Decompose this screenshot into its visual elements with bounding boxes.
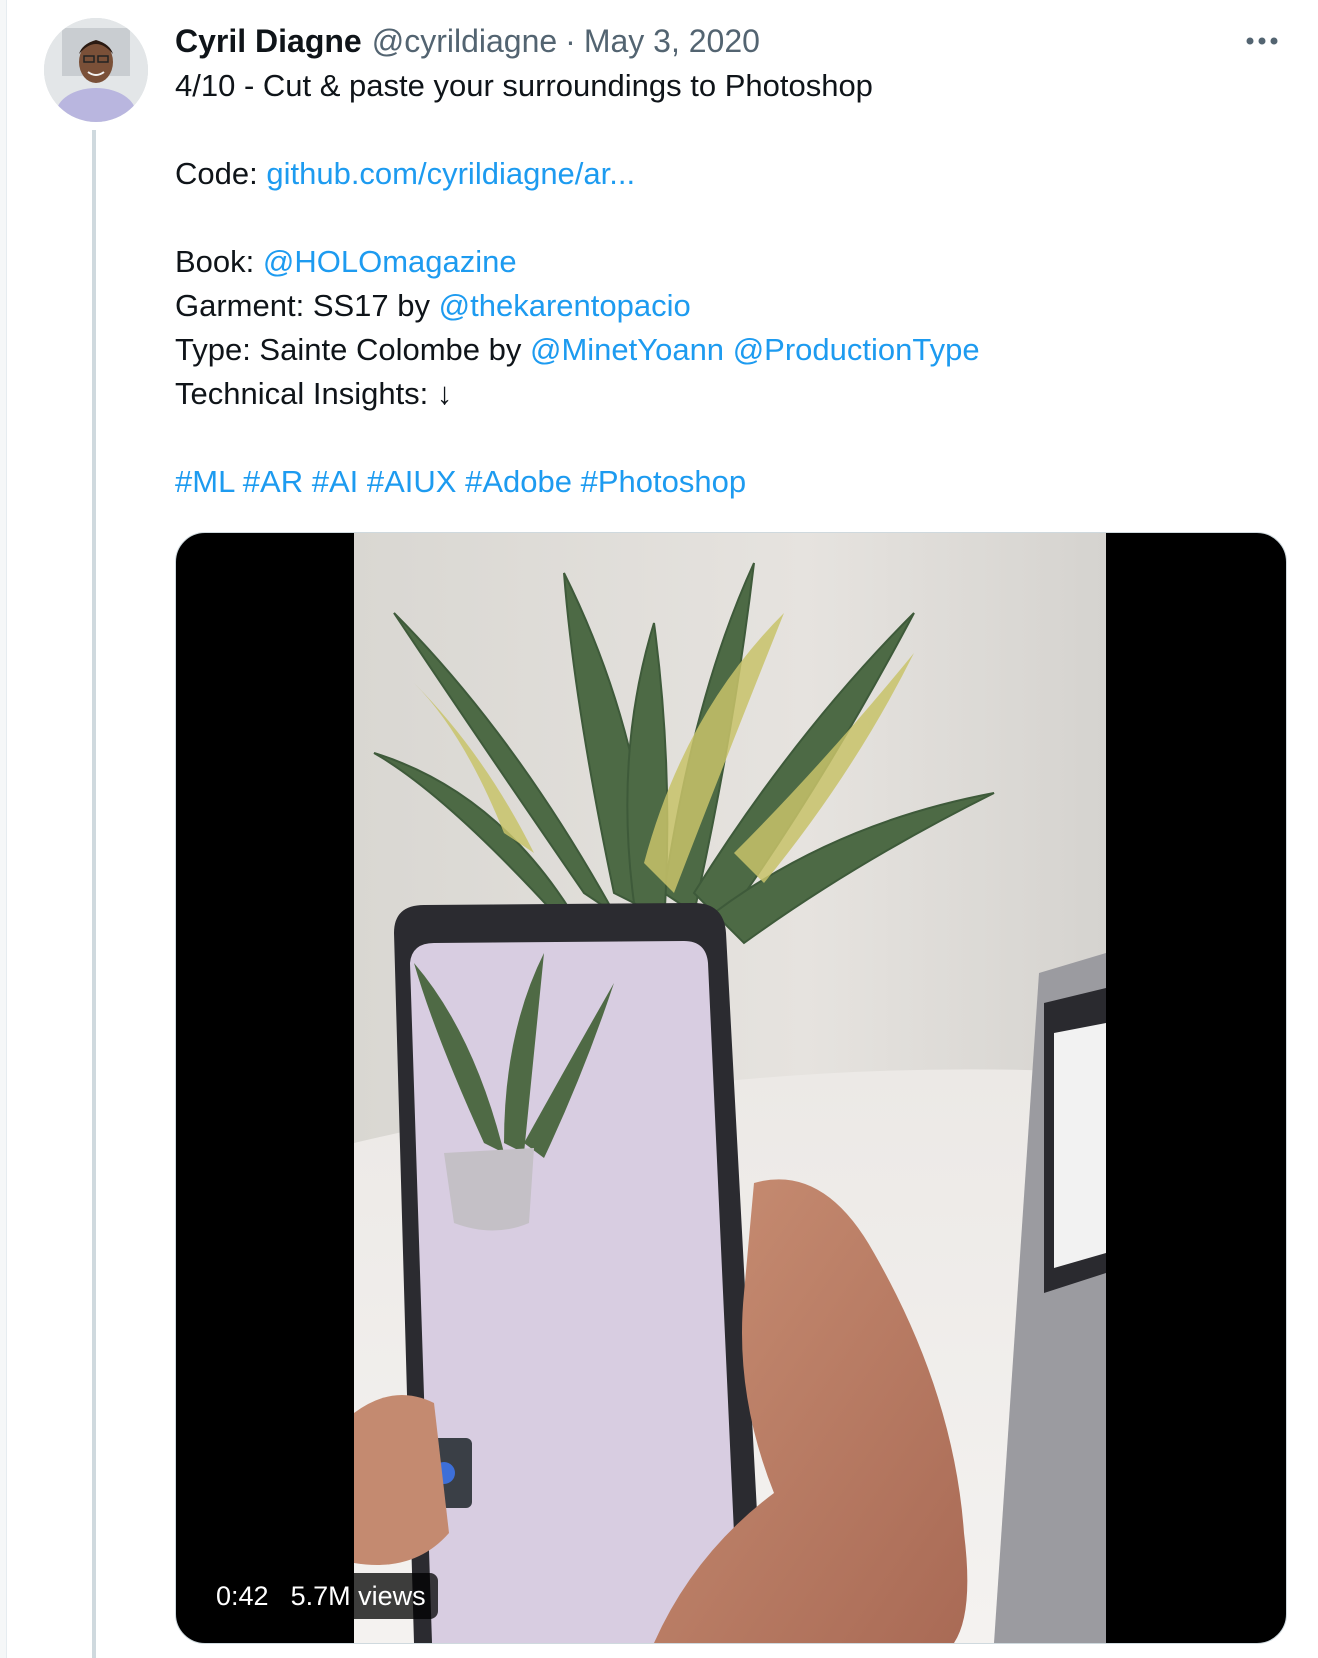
mention-productiontype[interactable]: @ProductionType	[733, 332, 980, 367]
code-line: Code: github.com/cyrildiagne/ar...	[175, 152, 1285, 196]
tweet-header: Cyril Diagne @cyrildiagne · May 3, 2020	[175, 18, 1285, 64]
author-handle[interactable]: @cyrildiagne	[372, 18, 557, 64]
tweet-title: 4/10 - Cut & paste your surroundings to …	[175, 68, 873, 103]
video-player[interactable]: 0:42 5.7M views	[175, 532, 1287, 1644]
garment-line: Garment: SS17 by @thekarentopacio	[175, 284, 1285, 328]
tweet: Cyril Diagne @cyrildiagne · May 3, 2020 …	[175, 18, 1285, 504]
more-horizontal-icon	[1246, 37, 1278, 45]
book-label: Book:	[175, 244, 255, 279]
hashtags-line: #ML #AR #AI #AIUX #Adobe #Photoshop	[175, 460, 1285, 504]
author-name[interactable]: Cyril Diagne	[175, 18, 362, 64]
tweet-text: 4/10 - Cut & paste your surroundings to …	[175, 64, 1285, 504]
video-info-badge: 0:42 5.7M views	[204, 1573, 438, 1619]
book-line: Book: @HOLOmagazine	[175, 240, 1285, 284]
video-views: 5.7M views	[290, 1580, 426, 1611]
insights-line: Technical Insights: ↓	[175, 376, 453, 411]
mention-holomagazine[interactable]: @HOLOmagazine	[263, 244, 517, 279]
mention-minetyoann[interactable]: @MinetYoann	[530, 332, 724, 367]
video-duration: 0:42	[216, 1580, 269, 1611]
avatar-photo	[44, 18, 148, 122]
tweet-date[interactable]: May 3, 2020	[584, 18, 760, 64]
hashtag-ai[interactable]: #AI	[312, 464, 359, 499]
hashtag-ar[interactable]: #AR	[243, 464, 303, 499]
header-separator: ·	[565, 23, 576, 59]
video-frame	[354, 533, 1106, 1643]
video-still	[354, 533, 1106, 1643]
thread-connector-line	[92, 130, 96, 1658]
code-label: Code:	[175, 156, 258, 191]
code-link[interactable]: github.com/cyrildiagne/ar...	[266, 156, 635, 191]
type-line: Type: Sainte Colombe by @MinetYoann @Pro…	[175, 328, 1285, 372]
author-avatar[interactable]	[44, 18, 148, 122]
hashtag-photoshop[interactable]: #Photoshop	[581, 464, 746, 499]
hashtag-adobe[interactable]: #Adobe	[465, 464, 572, 499]
page-edge	[0, 0, 7, 1658]
type-label: Type: Sainte Colombe by	[175, 332, 522, 367]
garment-label: Garment: SS17 by	[175, 288, 431, 323]
hashtag-ml[interactable]: #ML	[175, 464, 234, 499]
hashtag-aiux[interactable]: #AIUX	[367, 464, 457, 499]
mention-thekarentopacio[interactable]: @thekarentopacio	[439, 288, 691, 323]
more-options-button[interactable]	[1239, 18, 1285, 64]
